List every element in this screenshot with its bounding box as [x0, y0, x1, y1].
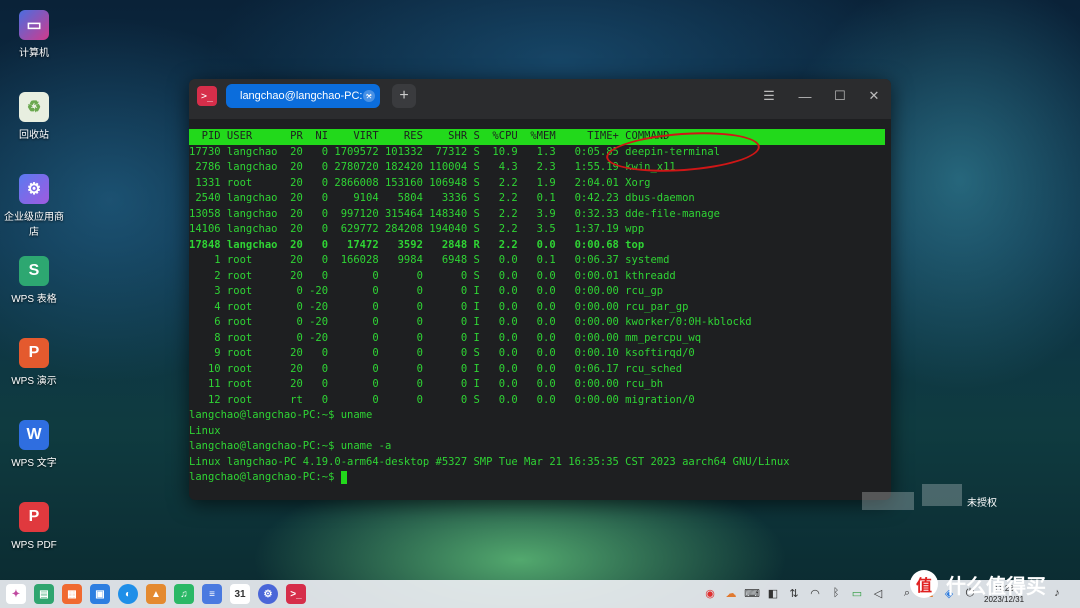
menu-icon[interactable]: ☰ — [759, 86, 779, 106]
wps-writer-icon: W — [19, 420, 49, 450]
process-row: 1331 root 20 0 2866008 153160 106948 S 2… — [189, 176, 651, 189]
volume-icon[interactable]: ◁ — [871, 586, 885, 600]
process-row: 11 root 20 0 0 0 0 I 0.0 0.0 0:00.00 rcu… — [189, 378, 664, 390]
desktop-icon-label: 回收站 — [19, 130, 49, 141]
desktop-icon-label: WPS 演示 — [11, 376, 57, 387]
terminal-taskbar-icon[interactable]: >_ — [286, 584, 306, 604]
watermark-block — [862, 492, 914, 510]
trash-icon: ♻ — [19, 92, 49, 122]
process-row: 13058 langchao 20 0 997120 315464 148340… — [189, 207, 721, 220]
desktop-icon-app-store[interactable]: ⚙ 企业级应用商店 — [0, 174, 68, 240]
desktop-icon-computer[interactable]: ▭ 计算机 — [0, 10, 68, 61]
process-row: 2786 langchao 20 0 2780720 182420 110004… — [189, 161, 676, 173]
command: uname — [340, 409, 373, 421]
desktop-icon-wps-sheet[interactable]: S WPS 表格 — [0, 256, 68, 307]
process-row: 2 root 20 0 0 0 0 S 0.0 0.0 0:00.01 kthr… — [189, 269, 676, 282]
input-method-icon[interactable]: ◧ — [766, 586, 780, 600]
wps-pdf-icon: P — [19, 502, 49, 532]
weather-tray-icon[interactable]: ☁ — [724, 586, 738, 600]
command: uname -a — [340, 440, 392, 452]
process-row: 4 root 0 -20 0 0 0 I 0.0 0.0 0:00.00 rcu… — [189, 300, 689, 313]
desktop-icon-wps-presentation[interactable]: P WPS 演示 — [0, 338, 68, 389]
bluetooth-icon[interactable]: ᛒ — [829, 586, 843, 600]
wps-presentation-icon: P — [19, 338, 49, 368]
process-row: 3 root 0 -20 0 0 0 I 0.0 0.0 0:00.00 rcu… — [189, 285, 664, 297]
command-output: Linux langchao-PC 4.19.0-arm64-desktop #… — [189, 455, 790, 468]
tab-label: langchao@langchao-PC: ~ — [240, 90, 372, 102]
minimize-icon[interactable]: — — [795, 86, 815, 106]
prompt-line: langchao@langchao-PC:~$ uname -a — [189, 439, 891, 455]
brand-watermark: 值 什么值得买 — [910, 560, 1080, 608]
watermark-block — [922, 484, 962, 506]
activation-watermark: 未授权 — [862, 484, 1062, 510]
terminal-app-icon: >_ — [197, 86, 217, 106]
launcher-icon[interactable]: ✦ — [6, 584, 26, 604]
prompt-line: langchao@langchao-PC:~$ — [189, 470, 891, 486]
browser-icon[interactable]: ◐ — [118, 584, 138, 604]
image-viewer-icon[interactable]: ▲ — [146, 584, 166, 604]
desktop-icon-label: 企业级应用商店 — [4, 212, 64, 238]
command-output: Linux — [189, 424, 221, 437]
brand-text: 什么值得买 — [946, 575, 1046, 598]
top-header: PID USER PR NI VIRT RES SHR S %CPU %MEM … — [189, 129, 885, 145]
multitask-view-icon[interactable]: ▤ — [34, 584, 54, 604]
keyboard-icon[interactable]: ⌨ — [744, 586, 760, 600]
desktop-icon-wps-pdf[interactable]: P WPS PDF — [0, 502, 68, 553]
watermark-label: 未授权 — [967, 498, 997, 509]
terminal-window: >_ langchao@langchao-PC: ~ ✕ + ☰ — ☐ ✕ P… — [189, 79, 891, 500]
process-row: 14106 langchao 20 0 629772 284208 194040… — [189, 223, 645, 235]
close-tab-icon[interactable]: ✕ — [363, 90, 375, 102]
new-tab-button[interactable]: + — [392, 84, 416, 108]
music-icon[interactable]: ♫ — [174, 584, 194, 604]
process-row: 10 root 20 0 0 0 0 I 0.0 0.0 0:06.17 rcu… — [189, 362, 683, 375]
process-row: 17730 langchao 20 0 1709572 101332 77312… — [189, 145, 721, 158]
process-row: 9 root 20 0 0 0 0 S 0.0 0.0 0:00.10 ksof… — [189, 347, 695, 359]
prompt-line: langchao@langchao-PC:~$ uname — [189, 408, 891, 424]
app-store-icon: ⚙ — [19, 174, 49, 204]
wifi-icon[interactable]: ◠ — [808, 586, 822, 600]
app-grid-icon[interactable]: ▦ — [62, 584, 82, 604]
process-row: 1 root 20 0 166028 9984 6948 S 0.0 0.1 0… — [189, 254, 670, 266]
calendar-icon[interactable]: 31 — [230, 584, 250, 604]
app-tray-icon[interactable]: ◉ — [703, 586, 717, 600]
process-row: 8 root 0 -20 0 0 0 I 0.0 0.0 0:00.00 mm_… — [189, 331, 702, 344]
maximize-icon[interactable]: ☐ — [830, 86, 850, 106]
prompt: langchao@langchao-PC:~$ — [189, 409, 341, 421]
close-icon[interactable]: ✕ — [864, 86, 884, 106]
process-row: 6 root 0 -20 0 0 0 I 0.0 0.0 0:00.00 kwo… — [189, 316, 752, 328]
title-bar: >_ langchao@langchao-PC: ~ ✕ + ☰ — ☐ ✕ — [189, 79, 891, 119]
desktop-icon-label: WPS 表格 — [11, 294, 57, 305]
process-row: 17848 langchao 20 0 17472 3592 2848 R 2.… — [189, 238, 645, 251]
desktop-icon-label: 计算机 — [19, 48, 49, 59]
process-row: 2540 langchao 20 0 9104 5804 3336 S 2.2 … — [189, 192, 695, 204]
settings-icon[interactable]: ⚙ — [258, 584, 278, 604]
wps-sheet-icon: S — [19, 256, 49, 286]
terminal-content[interactable]: PID USER PR NI VIRT RES SHR S %CPU %MEM … — [189, 129, 891, 486]
desktop-icon-trash[interactable]: ♻ 回收站 — [0, 92, 68, 143]
battery-icon[interactable]: ▭ — [850, 586, 864, 600]
tab-terminal[interactable]: langchao@langchao-PC: ~ ✕ — [226, 84, 380, 108]
file-manager-icon[interactable]: ▣ — [90, 584, 110, 604]
desktop-icon-label: WPS 文字 — [11, 458, 57, 469]
process-row: 12 root rt 0 0 0 0 S 0.0 0.0 0:00.00 mig… — [189, 393, 695, 406]
desktop-icon-label: WPS PDF — [11, 540, 57, 551]
text-cursor — [340, 470, 347, 484]
network-icon[interactable]: ⇅ — [787, 586, 801, 600]
prompt: langchao@langchao-PC:~$ — [189, 471, 341, 483]
prompt: langchao@langchao-PC:~$ — [189, 440, 341, 452]
desktop-icon-wps-writer[interactable]: W WPS 文字 — [0, 420, 68, 471]
document-viewer-icon[interactable]: ≡ — [202, 584, 222, 604]
brand-logo: 值 — [910, 570, 938, 598]
computer-icon: ▭ — [19, 10, 49, 40]
